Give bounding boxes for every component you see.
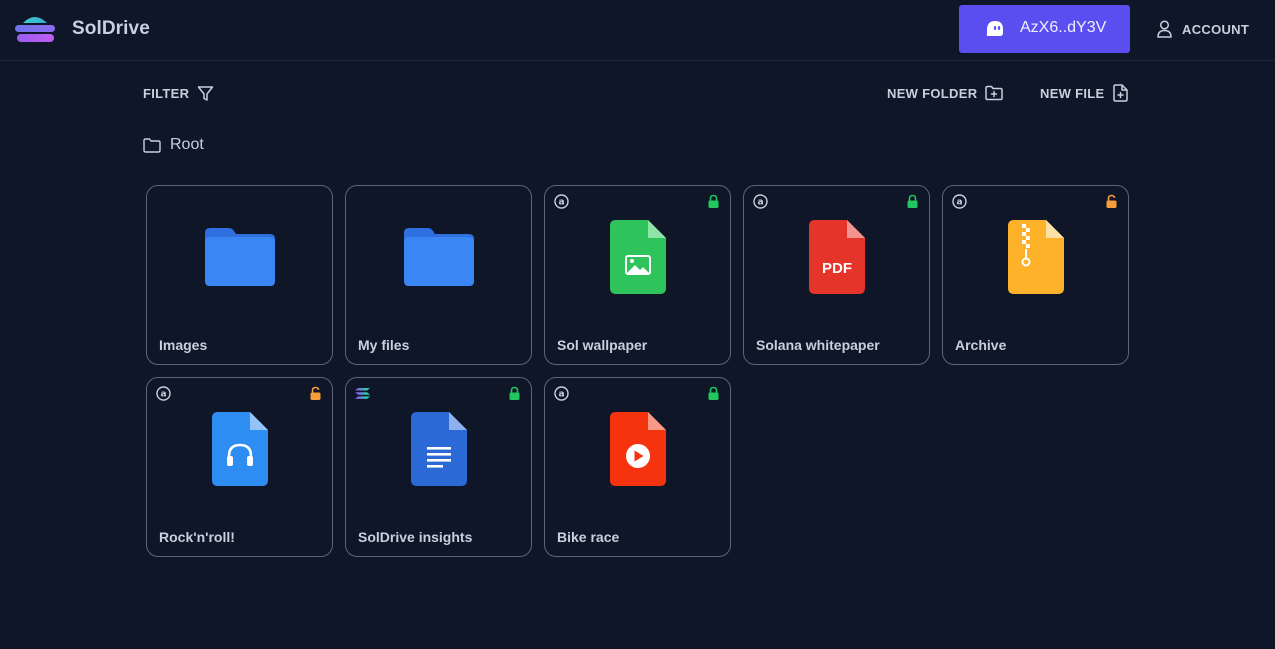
svg-text:a: a (558, 390, 564, 400)
file-card-solana-whitepaper[interactable]: a PDF Solana whitepaper (743, 185, 930, 365)
new-folder-button[interactable]: NEW FOLDER (887, 83, 1004, 103)
file-card-rocknroll[interactable]: a Rock'n'roll! (146, 377, 333, 557)
file-plus-icon (1112, 84, 1128, 102)
svg-text:a: a (558, 198, 564, 208)
video-file-icon (610, 412, 666, 486)
at-sign-icon: a (554, 194, 569, 209)
phantom-ghost-icon (986, 21, 1003, 36)
lock-closed-icon (509, 386, 520, 400)
wallet-button[interactable]: AzX6..dY3V (959, 5, 1130, 53)
item-name: Rock'n'roll! (159, 529, 235, 545)
account-button[interactable]: ACCOUNT (1156, 19, 1249, 39)
document-file-icon (411, 412, 467, 486)
file-card-sol-wallpaper[interactable]: a Sol wallpaper (544, 185, 731, 365)
at-sign-icon: a (554, 386, 569, 401)
folder-outline-icon (143, 137, 161, 153)
item-name: Archive (955, 337, 1007, 353)
wallet-address: AzX6..dY3V (1020, 19, 1107, 36)
item-name: SolDrive insights (358, 529, 473, 545)
pdf-badge: PDF (822, 260, 852, 277)
filter-label: FILTER (143, 85, 190, 101)
file-grid: Images My files a Sol wallpaper a PDF So… (146, 185, 1129, 557)
zip-file-icon (1008, 220, 1064, 294)
image-file-icon (610, 220, 666, 294)
user-icon (1157, 20, 1172, 38)
folder-icon (404, 228, 474, 286)
svg-text:a: a (956, 198, 962, 208)
new-file-button[interactable]: NEW FILE (1040, 83, 1128, 103)
at-sign-icon: a (753, 194, 768, 209)
item-name: Images (159, 337, 208, 353)
account-label: ACCOUNT (1182, 21, 1250, 37)
folder-card-images[interactable]: Images (146, 185, 333, 365)
svg-text:a: a (160, 390, 166, 400)
new-folder-label: NEW FOLDER (887, 85, 978, 101)
file-card-soldrive-insights[interactable]: SolDrive insights (345, 377, 532, 557)
file-card-bike-race[interactable]: a Bike race (544, 377, 731, 557)
breadcrumb-root[interactable]: Root (143, 135, 204, 155)
soldrive-logo-icon[interactable] (14, 12, 56, 46)
solana-icon (355, 388, 370, 399)
brand-name: SolDrive (72, 18, 150, 39)
lock-open-icon (1106, 194, 1117, 208)
item-name: Sol wallpaper (557, 337, 648, 353)
at-sign-icon: a (156, 386, 171, 401)
lock-closed-icon (708, 386, 719, 400)
folder-icon (205, 228, 275, 286)
file-card-archive[interactable]: a Archive (942, 185, 1129, 365)
lock-open-icon (310, 386, 321, 400)
item-name: Solana whitepaper (756, 337, 880, 353)
pdf-file-icon: PDF (809, 220, 865, 294)
folder-card-my-files[interactable]: My files (345, 185, 532, 365)
new-file-label: NEW FILE (1040, 85, 1105, 101)
filter-button[interactable]: FILTER (143, 83, 214, 103)
top-bar: SolDrive AzX6..dY3V ACCOUNT (0, 0, 1275, 61)
lock-closed-icon (907, 194, 918, 208)
filter-icon (198, 85, 214, 101)
lock-closed-icon (708, 194, 719, 208)
audio-file-icon (212, 412, 268, 486)
breadcrumb-label: Root (170, 136, 204, 153)
folder-plus-icon (985, 85, 1004, 101)
at-sign-icon: a (952, 194, 967, 209)
item-name: Bike race (557, 529, 620, 545)
item-name: My files (358, 337, 410, 353)
svg-text:a: a (757, 198, 763, 208)
